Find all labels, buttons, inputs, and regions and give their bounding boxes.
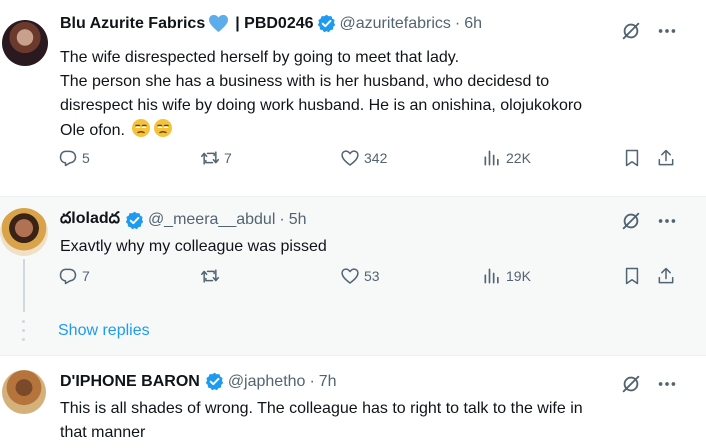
tweet-text-line: This is all shades of wrong. The colleag… bbox=[60, 400, 583, 417]
verified-icon bbox=[205, 372, 223, 391]
tweet-text-line: that manner bbox=[60, 424, 146, 441]
reply-count: 7 bbox=[82, 268, 90, 284]
avatar[interactable] bbox=[2, 20, 48, 66]
avatar[interactable] bbox=[0, 208, 48, 256]
tweet-text-line: Exavtly why my colleague was pissed bbox=[60, 238, 327, 255]
retweet-icon bbox=[200, 269, 220, 283]
share-icon bbox=[658, 149, 674, 166]
unamused-face-icon bbox=[154, 119, 173, 137]
tweet-text-line: The person she has a business with is he… bbox=[60, 73, 550, 90]
bookmark-icon bbox=[625, 149, 639, 167]
thread-dots bbox=[22, 320, 26, 341]
views-button[interactable]: 22K bbox=[482, 148, 531, 168]
retweet-icon bbox=[200, 151, 220, 165]
tweet-text-line: disrespect his wife by doing work husban… bbox=[60, 97, 583, 114]
tweet-header: Blu Azurite Fabrics | PBD0246 @azuritefa… bbox=[60, 14, 482, 33]
separator-dot: · bbox=[279, 211, 285, 228]
share-button[interactable] bbox=[656, 148, 676, 168]
reply-icon bbox=[59, 150, 77, 167]
tweet-top-actions bbox=[620, 373, 678, 395]
author-handle[interactable]: @japhetho bbox=[228, 373, 306, 391]
like-icon bbox=[341, 150, 359, 166]
tweet-text: This is all shades of wrong. The colleag… bbox=[60, 397, 700, 445]
more-icon[interactable] bbox=[656, 20, 678, 42]
reply-icon bbox=[59, 268, 77, 285]
retweet-button[interactable] bbox=[200, 266, 224, 286]
share-button[interactable] bbox=[656, 266, 676, 286]
reply-count: 5 bbox=[82, 150, 90, 166]
retweet-button[interactable]: 7 bbox=[200, 148, 232, 168]
show-replies-link[interactable]: Show replies bbox=[58, 322, 150, 340]
author-name-suffix[interactable]: | PBD0246 bbox=[235, 15, 313, 33]
tweet-text: Exavtly why my colleague was pissed bbox=[60, 235, 700, 259]
author-handle[interactable]: @azuritefabrics bbox=[340, 15, 451, 33]
bookmark-icon bbox=[625, 267, 639, 285]
show-replies-row[interactable]: Show replies bbox=[0, 312, 706, 356]
verified-icon bbox=[125, 211, 144, 229]
more-icon[interactable] bbox=[656, 373, 678, 395]
views-icon bbox=[484, 150, 499, 166]
author-name[interactable]: Blu Azurite Fabrics bbox=[60, 15, 205, 33]
views-count: 19K bbox=[506, 268, 531, 284]
author-name[interactable]: దloladద bbox=[60, 209, 120, 231]
grok-icon[interactable] bbox=[620, 373, 642, 395]
tweet-header: D'IPHONE BARON @japhetho · 7h bbox=[60, 372, 337, 391]
like-button[interactable]: 342 bbox=[340, 148, 387, 168]
tweet-top-actions bbox=[620, 20, 678, 42]
timestamp[interactable]: 6h bbox=[464, 15, 482, 33]
unamused-face-icon bbox=[132, 119, 151, 137]
timestamp[interactable]: 5h bbox=[289, 211, 307, 229]
verified-icon bbox=[317, 14, 335, 33]
share-icon bbox=[658, 267, 674, 284]
tweet-text-line-4: Ole ofon. bbox=[60, 118, 700, 143]
grok-icon[interactable] bbox=[620, 20, 642, 42]
thread-line bbox=[23, 259, 25, 313]
tweet-1[interactable]: Blu Azurite Fabrics | PBD0246 @azuritefa… bbox=[0, 0, 706, 196]
reply-button[interactable]: 7 bbox=[58, 266, 90, 286]
like-button[interactable]: 53 bbox=[340, 266, 380, 286]
views-button[interactable]: 19K bbox=[482, 266, 531, 286]
tweet-top-actions bbox=[620, 210, 678, 232]
avatar[interactable] bbox=[2, 370, 46, 414]
views-icon bbox=[484, 268, 499, 284]
author-handle[interactable]: @_meera__abdul bbox=[148, 211, 275, 229]
reply-button[interactable]: 5 bbox=[58, 148, 90, 168]
blue-heart-icon bbox=[209, 14, 229, 33]
grok-icon[interactable] bbox=[620, 210, 642, 232]
timestamp[interactable]: 7h bbox=[319, 373, 337, 391]
tweet-header: దloladద @_meera__abdul · 5h bbox=[60, 209, 307, 231]
like-count: 53 bbox=[364, 268, 380, 284]
views-count: 22K bbox=[506, 150, 531, 166]
retweet-count: 7 bbox=[224, 150, 232, 166]
bookmark-button[interactable] bbox=[622, 148, 642, 168]
more-icon[interactable] bbox=[656, 210, 678, 232]
author-name[interactable]: D'IPHONE BARON bbox=[60, 373, 200, 391]
like-count: 342 bbox=[364, 150, 388, 166]
tweet-text-line: Ole ofon. bbox=[60, 122, 125, 139]
separator-dot: · bbox=[309, 372, 315, 390]
separator-dot: · bbox=[454, 14, 461, 32]
tweet-text-line: The wife disrespected herself by going t… bbox=[60, 49, 460, 66]
bookmark-button[interactable] bbox=[622, 266, 642, 286]
tweet-text: The wife disrespected herself by going t… bbox=[60, 46, 700, 143]
like-icon bbox=[341, 268, 359, 284]
